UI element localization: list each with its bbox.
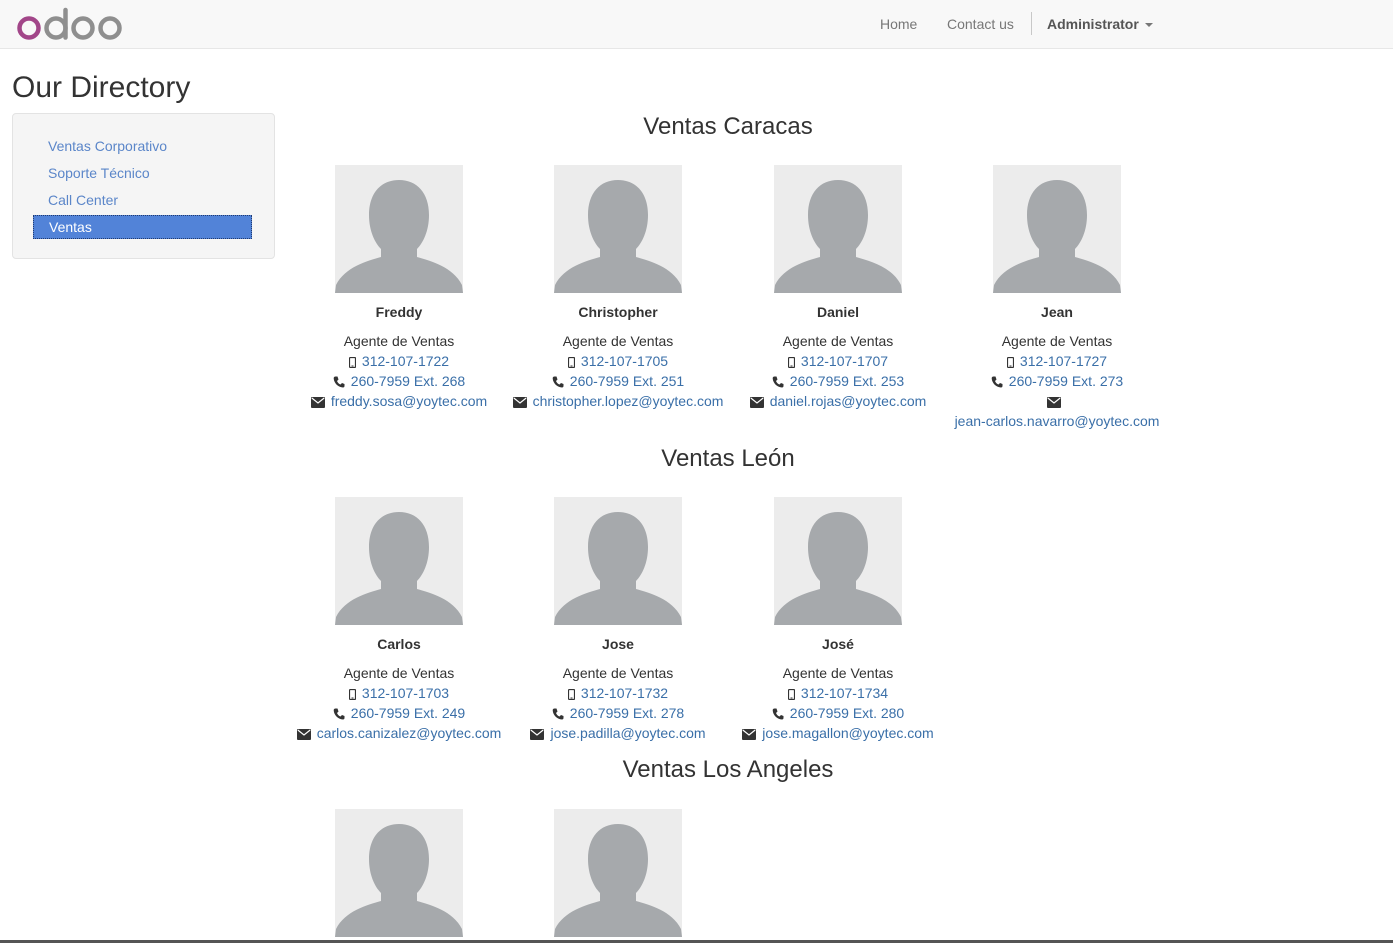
caret-down-icon xyxy=(1144,23,1153,28)
phone-link[interactable]: 260-7959 Ext. 249 xyxy=(351,705,465,721)
section-title: Ventas Los Angeles xyxy=(622,756,834,783)
phone-link[interactable]: 260-7959 Ext. 268 xyxy=(351,373,465,389)
phone-link[interactable]: 260-7959 Ext. 253 xyxy=(790,373,904,389)
mobile-link[interactable]: 312-107-1705 xyxy=(581,353,668,369)
nav-contact-link[interactable]: Contact us xyxy=(947,16,1014,32)
odoo-logo[interactable] xyxy=(16,6,126,42)
employee-name: Jose xyxy=(602,636,634,652)
person-silhouette-icon xyxy=(554,824,682,937)
employee-card: Freddy Agente de Ventas 312-107-1722 260… xyxy=(289,165,509,411)
envelope-icon xyxy=(1047,396,1061,408)
person-silhouette-icon xyxy=(335,512,463,625)
avatar[interactable] xyxy=(993,165,1121,293)
phone-link[interactable]: 260-7959 Ext. 251 xyxy=(570,373,684,389)
avatar[interactable] xyxy=(335,165,463,293)
phone-icon xyxy=(991,376,1003,388)
envelope-icon xyxy=(742,728,757,740)
phone-link[interactable]: 260-7959 Ext. 273 xyxy=(1009,373,1123,389)
nav-home-link[interactable]: Home xyxy=(880,16,917,32)
user-name: Administrator xyxy=(1047,16,1139,32)
mobile-icon xyxy=(348,688,356,700)
phone-icon xyxy=(772,708,784,720)
avatar[interactable] xyxy=(554,809,682,937)
mobile-link[interactable]: 312-107-1707 xyxy=(801,353,888,369)
employee-name: Jean xyxy=(1041,304,1073,320)
mobile-link[interactable]: 312-107-1734 xyxy=(801,685,888,701)
employee-card: Daniel Agente de Ventas 312-107-1707 260… xyxy=(728,165,948,411)
mobile-icon xyxy=(348,356,356,368)
sidebar-item-call-center[interactable]: Call Center xyxy=(33,189,252,213)
envelope-icon xyxy=(296,728,311,740)
email-link[interactable]: carlos.canizalez@yoytec.com xyxy=(317,725,502,741)
employee-card: José Agente de Ventas 312-107-1734 260-7… xyxy=(728,497,948,743)
phone-icon xyxy=(333,708,345,720)
phone-icon xyxy=(552,376,564,388)
mobile-icon xyxy=(567,356,575,368)
mobile-icon xyxy=(787,356,795,368)
employee-name: Daniel xyxy=(816,304,859,320)
employee-job: Agente de Ventas xyxy=(562,333,674,349)
envelope-icon xyxy=(530,728,545,740)
employee-job: Agente de Ventas xyxy=(343,333,455,349)
email-link[interactable]: christopher.lopez@yoytec.com xyxy=(533,393,724,409)
phone-icon xyxy=(552,708,564,720)
sidebar-item-ventas[interactable]: Ventas xyxy=(33,215,252,239)
avatar[interactable] xyxy=(774,497,902,625)
person-silhouette-icon xyxy=(993,180,1121,293)
mobile-link[interactable]: 312-107-1722 xyxy=(362,353,449,369)
sidebar-item-soporte-tecnico[interactable]: Soporte Técnico xyxy=(33,162,252,186)
envelope-icon xyxy=(512,396,527,408)
section-title: Ventas Caracas xyxy=(643,113,813,140)
employee-card: Christopher Agente de Ventas 312-107-170… xyxy=(508,165,728,411)
employee-card xyxy=(508,809,728,937)
avatar[interactable] xyxy=(335,497,463,625)
phone-link[interactable]: 260-7959 Ext. 280 xyxy=(790,705,904,721)
person-silhouette-icon xyxy=(554,180,682,293)
mobile-link[interactable]: 312-107-1732 xyxy=(581,685,668,701)
avatar[interactable] xyxy=(335,809,463,937)
person-silhouette-icon xyxy=(335,824,463,937)
mobile-icon xyxy=(1006,356,1014,368)
top-navbar: Home Contact us Administrator xyxy=(0,0,1393,49)
section-title: Ventas León xyxy=(661,445,795,472)
envelope-icon xyxy=(749,396,764,408)
email-link[interactable]: freddy.sosa@yoytec.com xyxy=(331,393,487,409)
email-link[interactable]: daniel.rojas@yoytec.com xyxy=(770,393,927,409)
phone-icon xyxy=(772,376,784,388)
employee-card xyxy=(289,809,509,937)
avatar[interactable] xyxy=(554,165,682,293)
employee-job: Agente de Ventas xyxy=(562,665,674,681)
person-silhouette-icon xyxy=(554,512,682,625)
person-silhouette-icon xyxy=(774,512,902,625)
employee-card: Carlos Agente de Ventas 312-107-1703 260… xyxy=(289,497,509,743)
employee-job: Agente de Ventas xyxy=(782,665,894,681)
employee-job: Agente de Ventas xyxy=(1001,333,1113,349)
email-link[interactable]: jose.padilla@yoytec.com xyxy=(550,725,705,741)
employee-name: Christopher xyxy=(578,304,658,320)
employee-name: José xyxy=(822,636,854,652)
page-title: Our Directory xyxy=(12,71,191,104)
mobile-icon xyxy=(567,688,575,700)
mobile-icon xyxy=(787,688,795,700)
email-link[interactable]: jose.magallon@yoytec.com xyxy=(762,725,933,741)
nav-divider xyxy=(1031,12,1032,35)
email-link[interactable]: jean-carlos.navarro@yoytec.com xyxy=(955,413,1160,429)
person-silhouette-icon xyxy=(335,180,463,293)
avatar[interactable] xyxy=(774,165,902,293)
mobile-link[interactable]: 312-107-1727 xyxy=(1020,353,1107,369)
person-silhouette-icon xyxy=(774,180,902,293)
phone-link[interactable]: 260-7959 Ext. 278 xyxy=(570,705,684,721)
mobile-link[interactable]: 312-107-1703 xyxy=(362,685,449,701)
user-menu-dropdown[interactable]: Administrator xyxy=(1047,16,1153,32)
employee-name: Carlos xyxy=(377,636,421,652)
phone-icon xyxy=(333,376,345,388)
employee-name: Freddy xyxy=(375,304,423,320)
employee-card: Jean Agente de Ventas 312-107-1727 260-7… xyxy=(947,165,1167,431)
employee-job: Agente de Ventas xyxy=(343,665,455,681)
envelope-icon xyxy=(310,396,325,408)
avatar[interactable] xyxy=(554,497,682,625)
employee-job: Agente de Ventas xyxy=(782,333,894,349)
employee-card: Jose Agente de Ventas 312-107-1732 260-7… xyxy=(508,497,728,743)
